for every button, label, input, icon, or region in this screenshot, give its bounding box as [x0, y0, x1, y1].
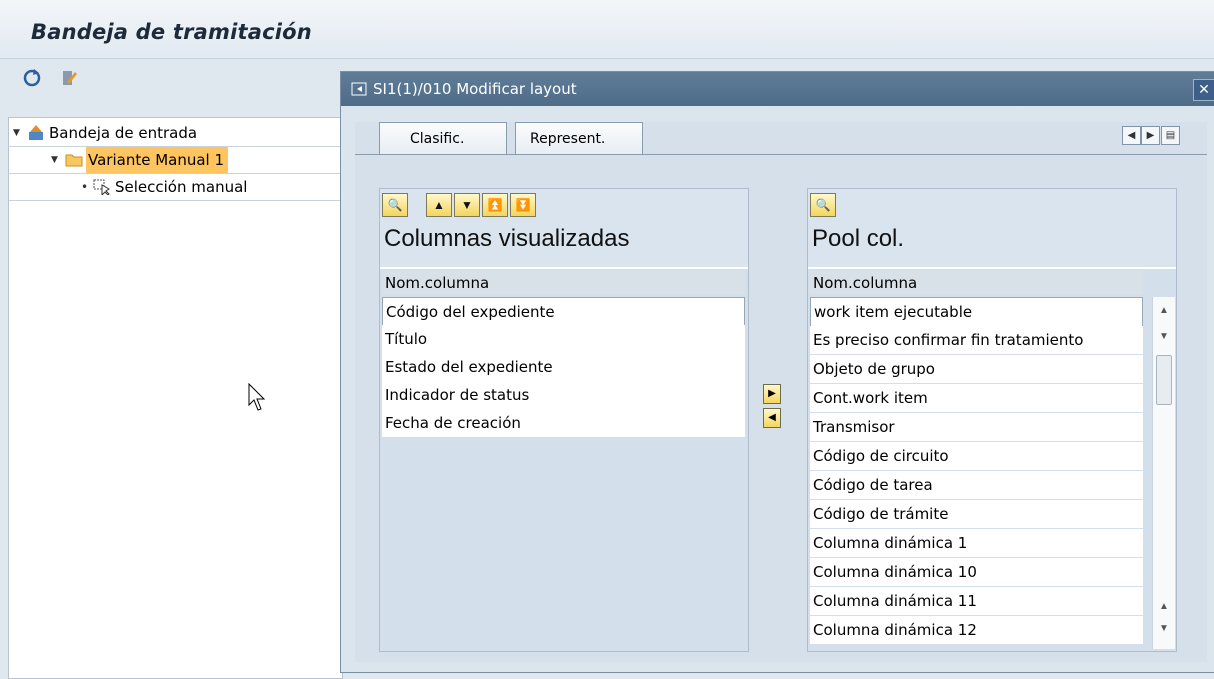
panel-header: 🔍 Pool col. — [808, 189, 1176, 267]
edit-icon[interactable] — [58, 68, 78, 88]
window-icon — [351, 82, 367, 96]
list-item[interactable]: Columna dinámica 11 — [810, 587, 1143, 615]
list-item[interactable]: Código del expediente — [382, 297, 745, 327]
list-item[interactable]: Columna dinámica 1 — [810, 529, 1143, 557]
list-item[interactable]: Indicador de status — [382, 381, 745, 409]
folder-icon — [65, 154, 83, 167]
dialog-title: SI1(1)/010 Modificar layout — [373, 80, 577, 98]
page-title: Bandeja de tramitación — [31, 20, 312, 44]
list-item[interactable]: Fecha de creación — [382, 409, 745, 437]
tab-clasific[interactable]: Clasific. — [379, 122, 507, 155]
list-item[interactable]: Es preciso confirmar fin tratamiento — [810, 326, 1143, 354]
vertical-scrollbar[interactable]: ▲ ▼ ▲ ▼ — [1152, 297, 1175, 649]
mouse-cursor-icon — [248, 383, 266, 411]
tree-item-label: Bandeja de entrada — [49, 124, 198, 142]
refresh-icon[interactable] — [22, 68, 42, 88]
move-right-icon[interactable]: ▶ — [763, 384, 781, 404]
tab-label: Clasific. — [410, 131, 465, 147]
scroll-down-icon[interactable]: ▼ — [1153, 619, 1175, 639]
move-left-icon[interactable]: ◀ — [763, 408, 781, 428]
bullet-icon: • — [81, 180, 89, 194]
navigation-tree: ▼ Bandeja de entrada ▼ Variante Manual 1… — [8, 117, 343, 679]
tab-list-icon[interactable]: ▤ — [1161, 126, 1180, 145]
scroll-thumb[interactable] — [1156, 355, 1172, 405]
expand-icon[interactable]: ▼ — [13, 120, 20, 146]
tab-scroll-left-icon[interactable]: ◀ — [1122, 126, 1141, 145]
list-item[interactable]: Objeto de grupo — [810, 355, 1143, 383]
tab-divider — [355, 154, 1207, 155]
find-icon[interactable]: 🔍 — [810, 193, 836, 217]
tree-item-label: Selección manual — [115, 178, 248, 196]
list-item[interactable]: work item ejecutable — [810, 297, 1143, 327]
inbox-icon — [29, 125, 43, 140]
displayed-columns-panel: 🔍 ▲ ▼ ⏫ ⏬ Columnas visualizadas Nom.colu… — [379, 188, 749, 652]
panel-title: Pool col. — [812, 225, 905, 252]
tree-item-bandeja-entrada[interactable]: ▼ Bandeja de entrada — [9, 120, 342, 147]
dialog-body: Clasific. Represent. ◀ ▶ ▤ 🔍 ▲ ▼ ⏫ ⏬ Col… — [355, 122, 1207, 662]
list-item[interactable]: Código de trámite — [810, 500, 1143, 528]
list-item[interactable]: Código de tarea — [810, 471, 1143, 499]
move-up-icon[interactable]: ▲ — [426, 193, 452, 217]
move-bottom-icon[interactable]: ⏬ — [510, 193, 536, 217]
list-item[interactable]: Cont.work item — [810, 384, 1143, 412]
list-item[interactable]: Transmisor — [810, 413, 1143, 441]
toolbar — [0, 59, 340, 107]
panel-title: Columnas visualizadas — [384, 225, 630, 252]
panel-header: 🔍 ▲ ▼ ⏫ ⏬ Columnas visualizadas — [380, 189, 748, 267]
close-icon[interactable]: ✕ — [1193, 79, 1214, 101]
modify-layout-dialog: SI1(1)/010 Modificar layout ✕ Clasific. … — [340, 71, 1214, 673]
move-down-icon[interactable]: ▼ — [454, 193, 480, 217]
scroll-up-icon[interactable]: ▲ — [1153, 301, 1175, 321]
list-item[interactable]: Columna dinámica 10 — [810, 558, 1143, 586]
column-header: Nom.columna — [382, 271, 745, 295]
tab-scroll-right-icon[interactable]: ▶ — [1141, 126, 1160, 145]
list-item[interactable]: Título — [382, 325, 745, 353]
tree-item-variante[interactable]: ▼ Variante Manual 1 — [9, 147, 342, 174]
list-item[interactable]: Estado del expediente — [382, 353, 745, 381]
tree-item-label: Variante Manual 1 — [86, 147, 229, 173]
scroll-down-icon[interactable]: ▼ — [1153, 327, 1175, 347]
find-icon[interactable]: 🔍 — [382, 193, 408, 217]
column-pool-panel: 🔍 Pool col. Nom.columna work item ejecut… — [807, 188, 1177, 652]
scroll-up-icon[interactable]: ▲ — [1153, 597, 1175, 617]
list-item[interactable]: Código de circuito — [810, 442, 1143, 470]
dialog-title-bar: SI1(1)/010 Modificar layout ✕ — [341, 72, 1214, 106]
tab-label: Represent. — [530, 131, 606, 147]
selection-icon — [93, 179, 110, 195]
column-header: Nom.columna — [810, 271, 1143, 295]
title-bar: Bandeja de tramitación — [0, 0, 1214, 59]
move-top-icon[interactable]: ⏫ — [482, 193, 508, 217]
list-item[interactable]: Columna dinámica 12 — [810, 616, 1143, 644]
expand-icon[interactable]: ▼ — [51, 147, 58, 173]
tab-represent[interactable]: Represent. — [515, 122, 643, 155]
tree-item-seleccion-manual[interactable]: • Selección manual — [9, 174, 342, 201]
